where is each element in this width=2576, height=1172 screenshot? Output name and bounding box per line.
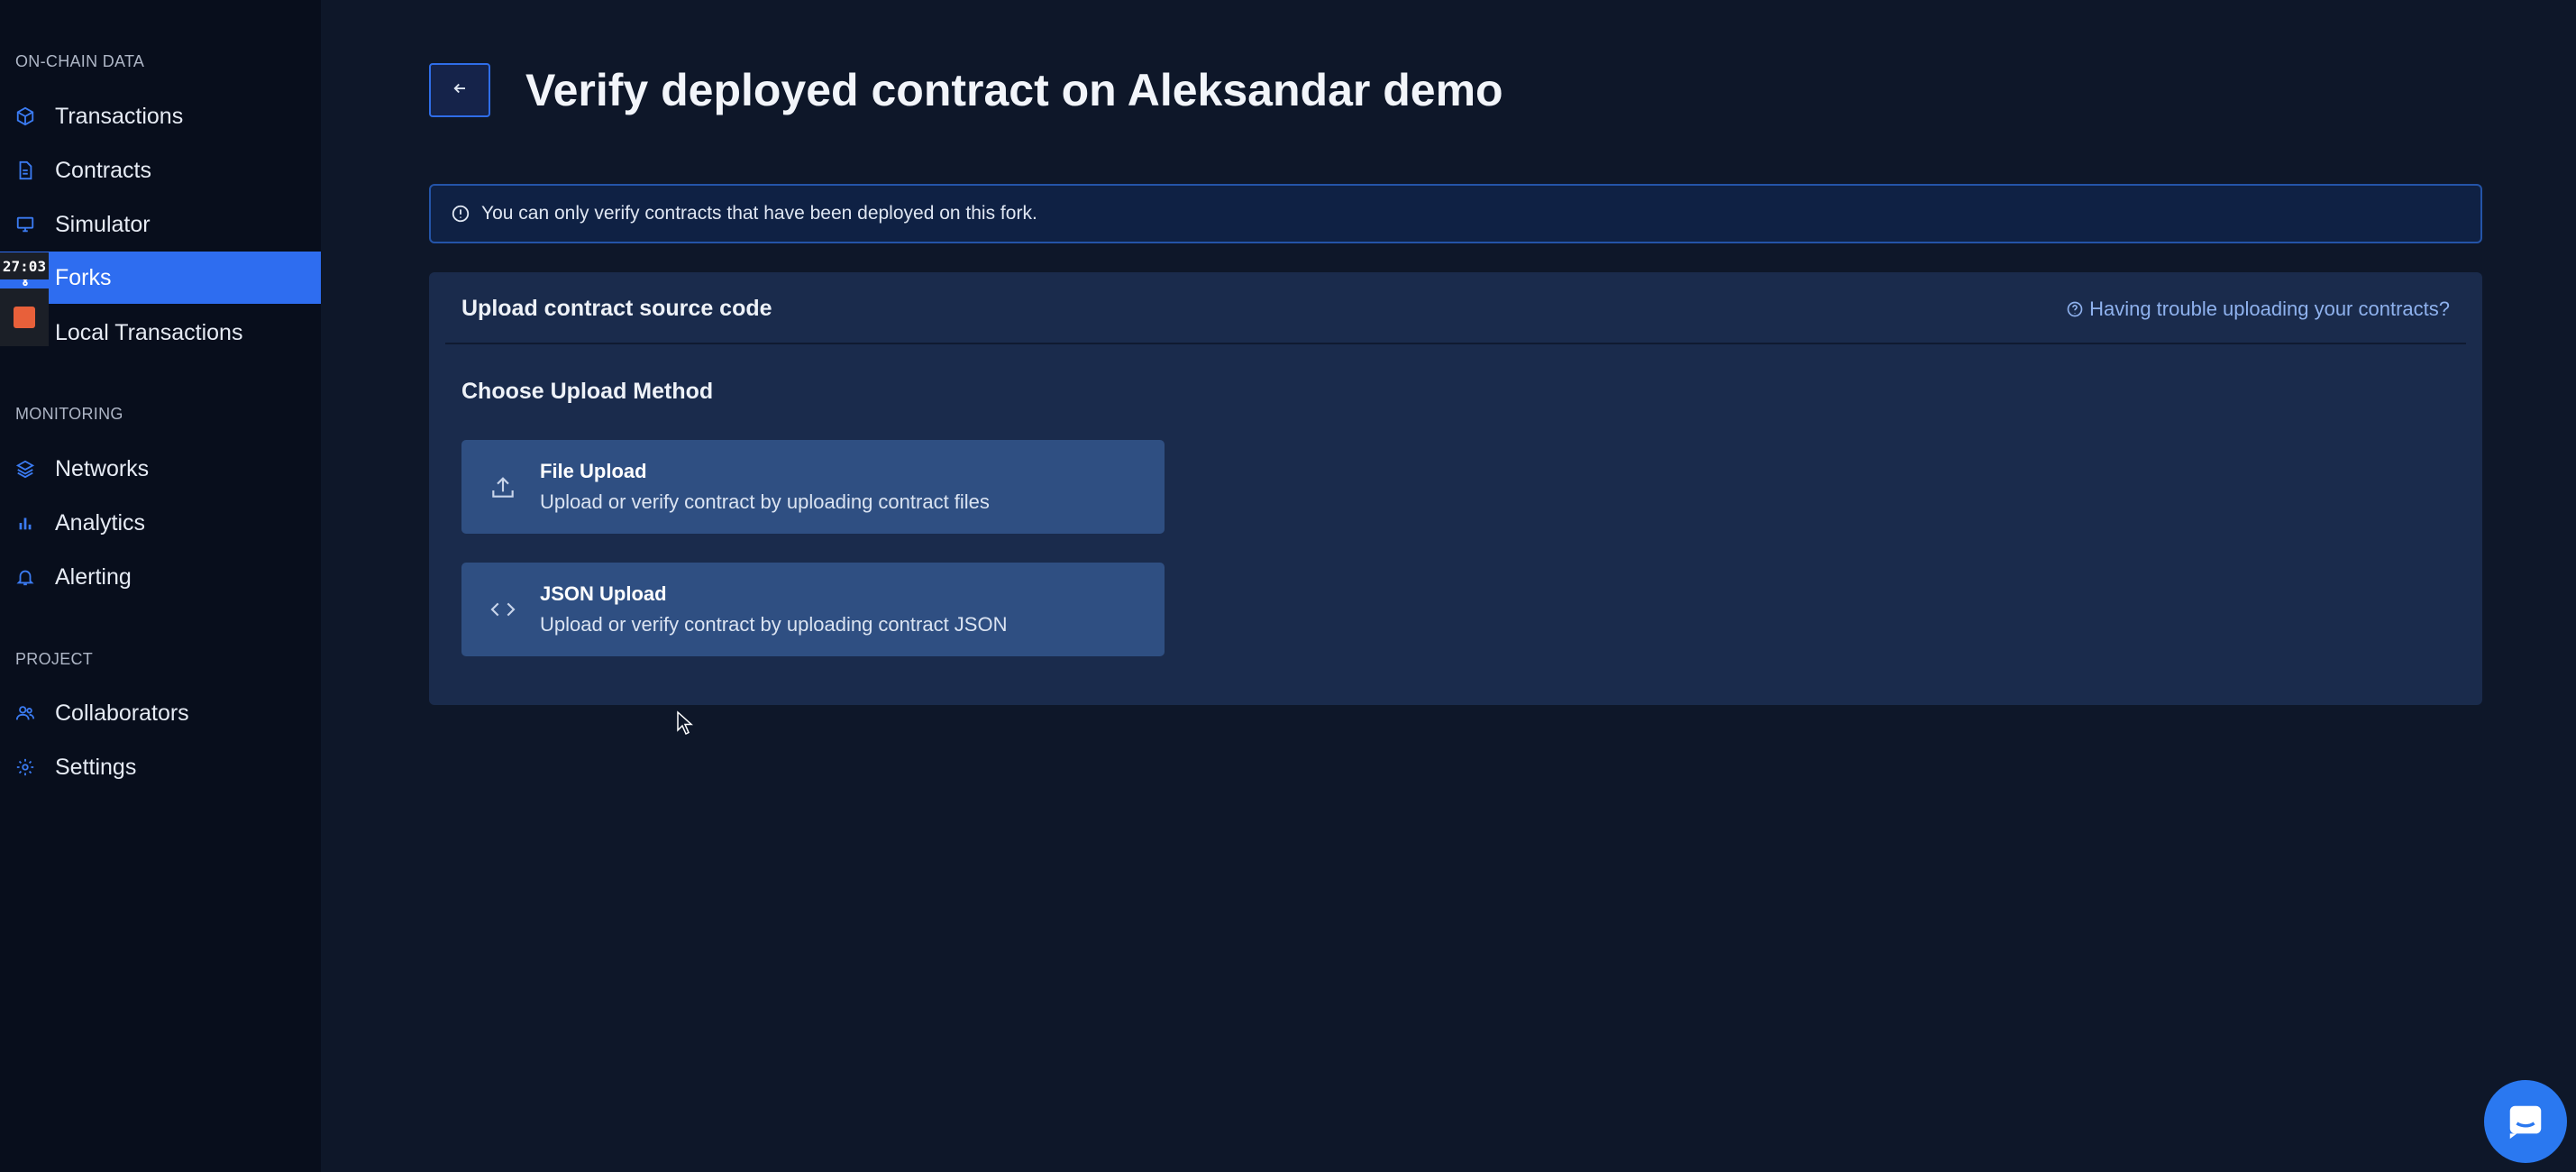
users-icon: [15, 703, 35, 723]
section-title-on-chain-data: ON-CHAIN DATA: [15, 52, 145, 70]
arrow-left-icon: [452, 80, 468, 101]
sidebar-item-alerting[interactable]: Alerting: [0, 551, 321, 603]
page-title: Verify deployed contract on Aleksandar d…: [525, 65, 1503, 115]
sidebar-item-label: Forks: [55, 264, 112, 290]
sidebar-item-networks[interactable]: Networks: [0, 443, 321, 495]
upload-icon: [489, 472, 517, 501]
sidebar-item-collaborators[interactable]: Collaborators: [0, 687, 321, 739]
code-icon: [489, 595, 517, 624]
sidebar-item-contracts[interactable]: Contracts: [0, 144, 321, 197]
panel-divider: [445, 343, 2466, 344]
help-link[interactable]: Having trouble uploading your contracts?: [2066, 298, 2450, 321]
sidebar-item-label: Analytics: [55, 509, 146, 536]
layers-icon: [15, 459, 35, 479]
sidebar-item-label: Simulator: [55, 211, 151, 237]
json-upload-option[interactable]: JSON Upload Upload or verify contract by…: [461, 563, 1165, 656]
sidebar-item-label: Contracts: [55, 157, 151, 183]
help-circle-icon: [2067, 301, 2083, 317]
monitor-icon: [15, 215, 35, 234]
method-description: Upload or verify contract by uploading c…: [540, 613, 1008, 636]
help-link-text: Having trouble uploading your contracts?: [2089, 298, 2450, 320]
gear-icon: [15, 757, 35, 777]
sidebar-item-label: Alerting: [55, 563, 132, 590]
chat-icon: [2509, 1105, 2542, 1140]
banner-text: You can only verify contracts that have …: [481, 203, 1037, 224]
recording-timer: 27:03: [0, 252, 49, 279]
method-title: JSON Upload: [540, 582, 667, 605]
record-stop-button[interactable]: [0, 288, 49, 346]
section-title-project: PROJECT: [15, 650, 94, 668]
panel-title: Upload contract source code: [461, 296, 772, 321]
sidebar-item-label: Networks: [55, 455, 150, 481]
choose-method-title: Choose Upload Method: [461, 379, 714, 404]
sidebar-item-label: Collaborators: [55, 700, 189, 726]
section-title-monitoring: MONITORING: [15, 405, 123, 423]
sidebar-item-analytics[interactable]: Analytics: [0, 497, 321, 549]
sidebar-item-label: Local Transactions: [55, 319, 243, 345]
sidebar-item-label: Transactions: [55, 103, 184, 129]
stop-icon: [14, 307, 35, 328]
method-title: File Upload: [540, 460, 647, 482]
file-upload-option[interactable]: File Upload Upload or verify contract by…: [461, 440, 1165, 534]
mouse-cursor-icon: [677, 710, 693, 736]
bar-chart-icon: [15, 513, 35, 533]
sidebar: ON-CHAIN DATA Transactions Contracts Sim…: [0, 0, 321, 1172]
cube-icon: [15, 106, 35, 126]
info-icon: [451, 204, 470, 224]
bell-icon: [15, 567, 35, 587]
sidebar-item-transactions[interactable]: Transactions: [0, 90, 321, 142]
sidebar-item-simulator[interactable]: Simulator: [0, 198, 321, 251]
info-banner: You can only verify contracts that have …: [429, 184, 2482, 243]
sidebar-item-label: Settings: [55, 754, 137, 780]
method-description: Upload or verify contract by uploading c…: [540, 490, 990, 513]
upload-panel: Upload contract source code Having troub…: [429, 272, 2482, 705]
back-button[interactable]: [429, 63, 490, 117]
sidebar-item-settings[interactable]: Settings: [0, 741, 321, 793]
chat-support-button[interactable]: [2484, 1080, 2567, 1163]
document-icon: [15, 160, 35, 180]
